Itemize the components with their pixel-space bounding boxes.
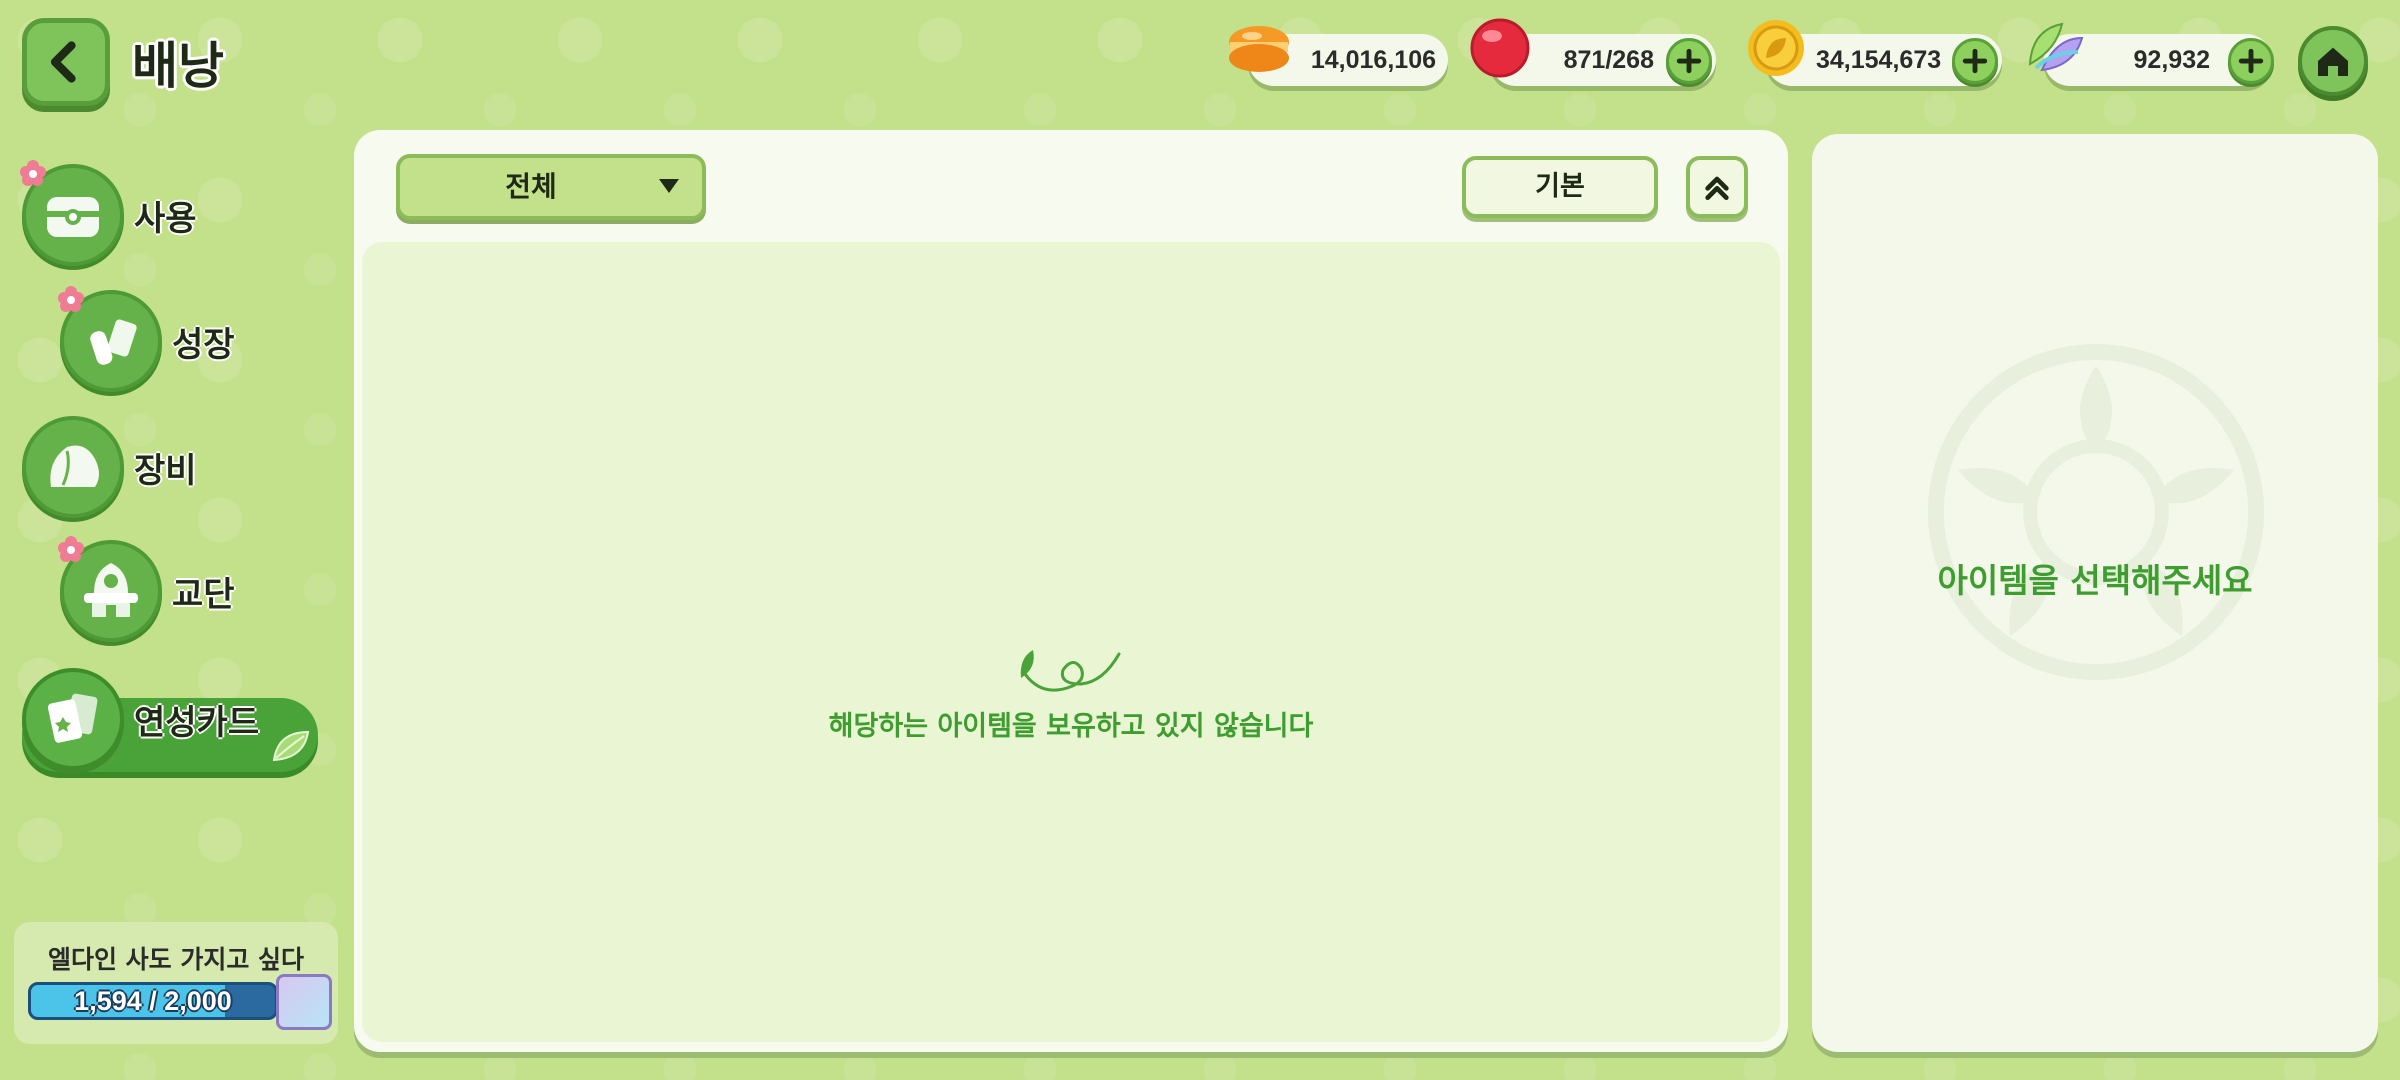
add-red-candy-button[interactable] bbox=[1666, 38, 1712, 84]
empty-state: 해당하는 아이템을 보유하고 있지 않습니다 bbox=[362, 644, 1780, 743]
flower-badge-icon bbox=[58, 286, 84, 312]
sidebar-item-label: 교단 bbox=[172, 574, 235, 615]
empty-state-text: 해당하는 아이템을 보유하고 있지 않습니다 bbox=[828, 711, 1314, 742]
sidebar-item-label: 사용 bbox=[134, 198, 197, 239]
currency-rainbow-leaf: 92,932 bbox=[2028, 22, 2274, 86]
sidebar-item-order[interactable]: 교단 bbox=[58, 536, 235, 642]
home-icon bbox=[2318, 47, 2348, 76]
sidebar-item-equipment[interactable]: 장비 bbox=[22, 416, 197, 518]
card-icon bbox=[22, 668, 124, 770]
add-rainbow-leaf-button[interactable] bbox=[2228, 38, 2274, 84]
sidebar-item-growth[interactable]: 성장 bbox=[58, 286, 235, 392]
quest-progress-text: 1,594 / 2,000 bbox=[74, 986, 232, 1016]
flower-badge-icon bbox=[20, 160, 46, 186]
currency-value: 34,154,673 bbox=[1816, 46, 1942, 74]
equipment-icon bbox=[22, 416, 124, 518]
back-button[interactable] bbox=[22, 18, 110, 106]
sidebar-item-use[interactable]: 사용 bbox=[20, 160, 197, 266]
flower-badge-icon bbox=[58, 536, 84, 562]
currency-value: 92,932 bbox=[2133, 46, 2210, 74]
sort-button[interactable]: 기본 bbox=[1462, 156, 1658, 218]
filter-dropdown[interactable]: 전체 bbox=[396, 154, 706, 220]
quest-progress-box[interactable]: 엘다인 사도 가지고 싶다 1,594 / 2,000 bbox=[14, 922, 338, 1044]
currency-value: 14,016,106 bbox=[1310, 46, 1436, 74]
currency-leaf-coin: 34,154,673 bbox=[1748, 20, 2002, 86]
detail-placeholder-text: 아이템을 선택해주세요 bbox=[1937, 561, 2253, 600]
sidebar-item-label: 연성카드 bbox=[134, 702, 260, 743]
sidebar-item-alchemy-card[interactable]: 연성카드 bbox=[22, 668, 318, 772]
add-leaf-coin-button[interactable] bbox=[1952, 38, 1998, 84]
reward-card-icon bbox=[276, 974, 332, 1030]
plus-icon bbox=[1676, 48, 1702, 74]
plus-icon bbox=[2238, 48, 2264, 74]
page-title: 배낭 bbox=[132, 37, 224, 95]
inventory-panel: 전체 기본 해당하는 아이템을 보유하고 있지 않습니다 bbox=[354, 130, 1788, 1052]
sort-button-label: 기본 bbox=[1535, 171, 1585, 202]
currency-gold-macaron: 14,016,106 bbox=[1229, 26, 1448, 86]
item-list-area[interactable]: 해당하는 아이템을 보유하고 있지 않습니다 bbox=[362, 242, 1780, 1042]
emblem-watermark-icon bbox=[1928, 344, 2264, 680]
quest-progress-bar: 1,594 / 2,000 bbox=[28, 982, 278, 1020]
double-chevron-up-icon bbox=[1705, 176, 1729, 200]
plus-icon bbox=[1962, 48, 1988, 74]
sidebar-item-label: 장비 bbox=[134, 450, 197, 491]
macaron-icon bbox=[1229, 26, 1289, 72]
rainbow-leaf-icon bbox=[2028, 22, 2084, 72]
currency-value: 871/268 bbox=[1563, 46, 1654, 74]
red-candy-icon bbox=[1470, 18, 1530, 78]
sort-order-button[interactable] bbox=[1686, 156, 1748, 218]
filter-dropdown-label: 전체 bbox=[505, 170, 557, 203]
currency-red-candy: 871/268 bbox=[1470, 18, 1716, 86]
back-arrow-icon bbox=[50, 41, 76, 83]
dropdown-arrow-icon bbox=[659, 179, 679, 193]
leaf-coin-icon bbox=[1748, 20, 1804, 76]
sidebar-item-label: 성장 bbox=[172, 324, 235, 365]
leaf-sprout-icon bbox=[1020, 650, 1121, 692]
home-button[interactable] bbox=[2298, 26, 2368, 96]
leaf-icon bbox=[272, 730, 310, 762]
item-detail-panel: 아이템을 선택해주세요 bbox=[1812, 134, 2378, 1052]
quest-title: 엘다인 사도 가지고 싶다 bbox=[47, 945, 305, 974]
